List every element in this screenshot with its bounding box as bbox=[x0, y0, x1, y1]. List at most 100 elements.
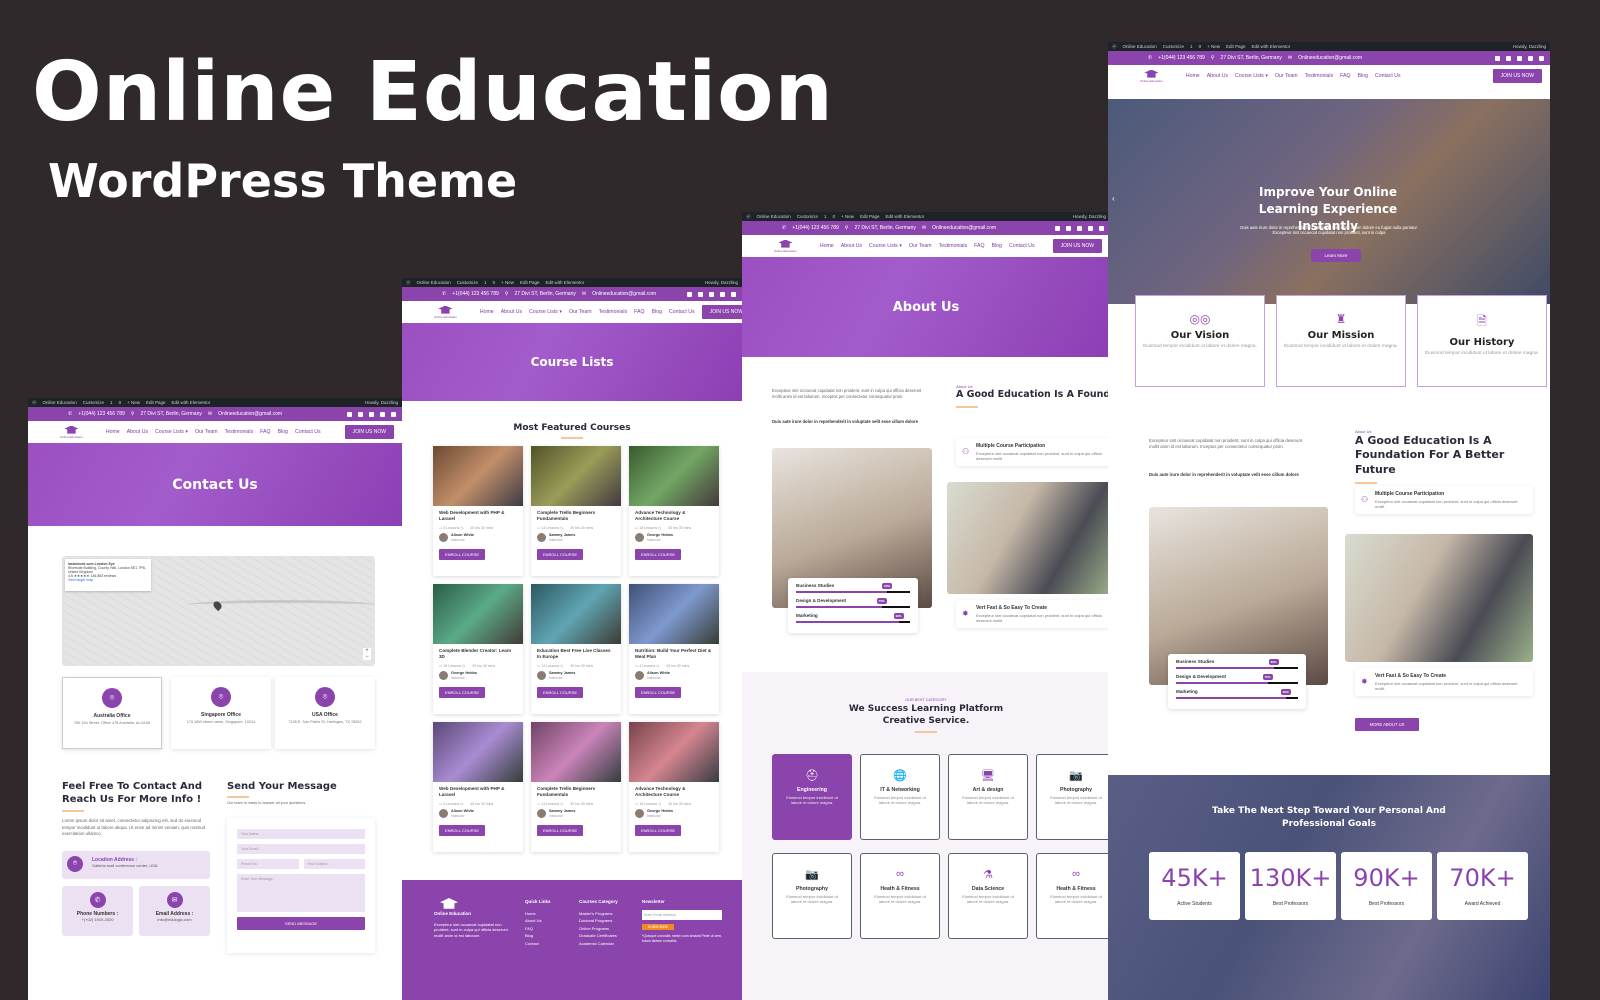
instagram-icon[interactable] bbox=[380, 411, 385, 417]
wp-item[interactable]: Customize bbox=[1163, 44, 1184, 49]
slider-prev-icon[interactable]: ‹ bbox=[1112, 194, 1115, 203]
nav-testimonials[interactable]: Testimonials bbox=[1305, 73, 1334, 79]
footer-category-link[interactable]: Graduate Certificates bbox=[579, 932, 618, 940]
nav-blog[interactable]: Blog bbox=[992, 243, 1002, 249]
nav-contact[interactable]: Contact Us bbox=[1375, 73, 1401, 79]
enroll-course-button[interactable]: ENROLL COURSE bbox=[635, 687, 681, 698]
category-card[interactable]: ∞ Heath & Fitness Eiusmod tempor incididun… bbox=[1036, 853, 1110, 939]
join-us-button[interactable]: JOIN US NOW bbox=[701, 305, 742, 319]
nav-about[interactable]: About Us bbox=[127, 429, 148, 435]
twitter-icon[interactable] bbox=[1066, 225, 1071, 231]
topbar-email[interactable]: Onlineeducation@gmail.com bbox=[218, 411, 282, 417]
nav-course-lists[interactable]: Course Lists ▾ bbox=[1235, 73, 1268, 79]
course-card[interactable]: Complete Trello Beginners Fundamentals ▭ … bbox=[531, 446, 621, 576]
site-logo[interactable]: Online Education bbox=[774, 239, 797, 253]
wp-item[interactable]: 0 bbox=[493, 280, 496, 285]
wp-item[interactable]: Online Education bbox=[417, 280, 451, 285]
nav-contact[interactable]: Contact Us bbox=[1009, 243, 1035, 249]
nav-home[interactable]: Home bbox=[1186, 73, 1200, 79]
wp-greeting[interactable]: Howdy, Dazzling bbox=[365, 400, 398, 405]
wp-item[interactable]: 1 bbox=[484, 280, 487, 285]
youtube-icon[interactable] bbox=[369, 411, 374, 417]
site-logo[interactable]: Online Education bbox=[434, 305, 457, 319]
wordpress-icon[interactable]: ⓦ bbox=[406, 280, 411, 286]
footer-category-link[interactable]: Doctoral Programs bbox=[579, 917, 618, 925]
linkedin-icon[interactable] bbox=[1539, 55, 1544, 61]
wp-greeting[interactable]: Howdy, Dazzling bbox=[1513, 44, 1546, 49]
topbar-email[interactable]: Onlineeducation@gmail.com bbox=[592, 291, 656, 297]
wp-item[interactable]: Edit with Elementor bbox=[885, 214, 924, 219]
nav-home[interactable]: Home bbox=[480, 309, 494, 315]
course-card[interactable]: Complete Trello Beginners Fundamentals ▭ … bbox=[531, 722, 621, 852]
category-card[interactable]: 🖥 Art & design Eiusmod tempor incididunt u… bbox=[948, 754, 1028, 840]
course-title[interactable]: Education Best Free Live Classes In Euro… bbox=[531, 644, 621, 664]
nav-course-lists[interactable]: Course Lists ▾ bbox=[869, 243, 902, 249]
nav-faq[interactable]: FAQ bbox=[1340, 73, 1350, 79]
course-card[interactable]: Web Development with PHP & Laravel ▭ 4 Le… bbox=[433, 446, 523, 576]
footer-link[interactable]: Contact bbox=[525, 940, 551, 948]
message-textarea[interactable]: Enter Your Message.. bbox=[237, 874, 365, 912]
nav-our-team[interactable]: Our Team bbox=[1275, 73, 1298, 79]
wordpress-icon[interactable]: ⓦ bbox=[32, 400, 37, 406]
nav-course-lists[interactable]: Course Lists ▾ bbox=[529, 309, 562, 315]
phone-input[interactable]: Phone No.. bbox=[237, 859, 299, 869]
nav-our-team[interactable]: Our Team bbox=[569, 309, 592, 315]
footer-link[interactable]: Blog bbox=[525, 932, 551, 940]
course-title[interactable]: Complete Blender Creator: Learn 3D bbox=[433, 644, 523, 664]
nav-about[interactable]: About Us bbox=[501, 309, 522, 315]
phone-value[interactable]: +(+02) 1919-2020 bbox=[81, 917, 113, 922]
course-title[interactable]: Complete Trello Beginners Fundamentals bbox=[531, 506, 621, 526]
linkedin-icon[interactable] bbox=[731, 291, 736, 297]
site-logo[interactable]: Online Education bbox=[1140, 69, 1163, 83]
more-about-us-button[interactable]: MORE ABOUT US bbox=[1355, 718, 1419, 731]
footer-link[interactable]: About Us bbox=[525, 917, 551, 925]
category-card[interactable]: 🌐 IT & Networking Eiusmod tempor incididun… bbox=[860, 754, 940, 840]
course-title[interactable]: Complete Trello Beginners Fundamentals bbox=[531, 782, 621, 802]
nav-home[interactable]: Home bbox=[106, 429, 120, 435]
nav-faq[interactable]: FAQ bbox=[974, 243, 984, 249]
wp-item[interactable]: 0 bbox=[119, 400, 122, 405]
facebook-icon[interactable] bbox=[1055, 225, 1060, 231]
facebook-icon[interactable] bbox=[1495, 55, 1500, 61]
topbar-email[interactable]: Onlineeducation@gmail.com bbox=[932, 225, 996, 231]
enroll-course-button[interactable]: ENROLL COURSE bbox=[439, 549, 485, 560]
footer-category-link[interactable]: Academic Calendar bbox=[579, 940, 618, 948]
wp-item[interactable]: Edit Page bbox=[146, 400, 166, 405]
course-title[interactable]: Advance Technology & Architecture Course bbox=[629, 506, 719, 526]
course-title[interactable]: Web Development with PHP & Laravel bbox=[433, 506, 523, 526]
view-larger-map-link[interactable]: View larger map bbox=[68, 578, 93, 582]
wp-item[interactable]: Edit Page bbox=[520, 280, 540, 285]
join-us-button[interactable]: JOIN US NOW bbox=[1492, 69, 1542, 83]
nav-testimonials[interactable]: Testimonials bbox=[599, 309, 628, 315]
wp-item[interactable]: + New bbox=[501, 280, 514, 285]
footer-category-link[interactable]: Master's Programs bbox=[579, 910, 618, 918]
twitter-icon[interactable] bbox=[358, 411, 363, 417]
wp-greeting[interactable]: Howdy, Dazzling bbox=[1073, 214, 1106, 219]
nav-contact[interactable]: Contact Us bbox=[669, 309, 695, 315]
nav-faq[interactable]: FAQ bbox=[260, 429, 270, 435]
nav-about[interactable]: About Us bbox=[1207, 73, 1228, 79]
wp-greeting[interactable]: Howdy, Dazzling bbox=[705, 280, 738, 285]
nav-course-lists[interactable]: Course Lists ▾ bbox=[155, 429, 188, 435]
linkedin-icon[interactable] bbox=[391, 411, 396, 417]
instagram-icon[interactable] bbox=[720, 291, 725, 297]
wp-item[interactable]: Online Education bbox=[43, 400, 77, 405]
youtube-icon[interactable] bbox=[1517, 55, 1522, 61]
youtube-icon[interactable] bbox=[1077, 225, 1082, 231]
facebook-icon[interactable] bbox=[687, 291, 692, 297]
wp-item[interactable]: Edit with Elementor bbox=[171, 400, 210, 405]
site-logo[interactable]: Online Education bbox=[60, 425, 83, 439]
course-title[interactable]: Nutrition: Build Your Perfect Diet & Mea… bbox=[629, 644, 719, 664]
join-us-button[interactable]: JOIN US NOW bbox=[344, 425, 394, 439]
subject-input[interactable]: Your Subject.. bbox=[303, 859, 365, 869]
category-card[interactable]: 📷 Photography Eiusmod tempor incididunt ut… bbox=[1036, 754, 1110, 840]
nav-home[interactable]: Home bbox=[820, 243, 834, 249]
footer-category-link[interactable]: Online Programs bbox=[579, 925, 618, 933]
wp-item[interactable]: Edit Page bbox=[1226, 44, 1246, 49]
nav-blog[interactable]: Blog bbox=[278, 429, 288, 435]
linkedin-icon[interactable] bbox=[1099, 225, 1104, 231]
twitter-icon[interactable] bbox=[698, 291, 703, 297]
wp-item[interactable]: 1 bbox=[110, 400, 113, 405]
wp-item[interactable]: Customize bbox=[797, 214, 818, 219]
wp-item[interactable]: + New bbox=[841, 214, 854, 219]
